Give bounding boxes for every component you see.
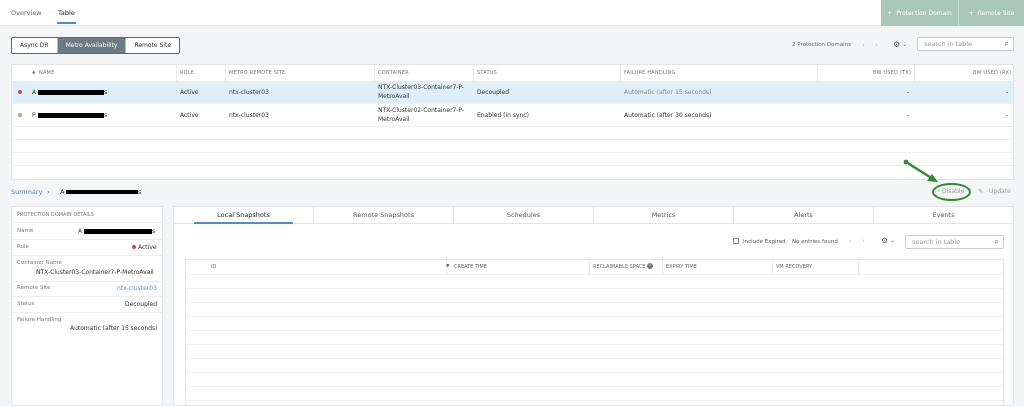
sort-desc-icon[interactable]: ▼ [446,264,449,269]
search-icon: ⌕ [1004,39,1009,48]
role-status-dot [132,245,136,249]
pencil-icon: ✎ [978,188,984,195]
col-header-expiry-time[interactable]: EXPIRY TIME [666,264,697,270]
tab-remote-snapshots[interactable]: Remote Snapshots [314,207,454,223]
dr-type-segmented-control: Async DR Metro Availability Remote Site [11,37,181,54]
add-remote-site-button[interactable]: + Remote Site [958,0,1024,26]
row-name-start[interactable]: A [32,89,36,96]
table-row[interactable] [12,81,1013,103]
row-name-end: s [104,89,108,96]
prev-page-icon[interactable]: ‹ [862,41,865,49]
search-input[interactable]: search in table ⌕ [917,37,1014,51]
col-header-failure-handling[interactable]: FAILURE HANDLING [624,70,676,76]
breadcrumb-chevron-icon: › [47,188,50,196]
col-header-id[interactable]: ID [211,264,216,270]
sort-asc-icon[interactable]: ▲ [32,70,36,75]
gear-icon[interactable]: ⚙ [881,236,888,245]
col-header-bw-rx[interactable]: BW USED (RX) [973,70,1011,76]
gear-icon[interactable]: ⚙ [893,40,900,49]
redacted-name [84,229,152,234]
no-entries-text: No entries found [792,239,838,245]
add-protection-domain-button[interactable]: + Protection Domain [881,0,958,26]
chevron-down-icon[interactable]: ⌄ [890,237,895,244]
detail-tabs: Local Snapshots Remote Snapshots Schedul… [174,207,1013,224]
col-header-bw-tx[interactable]: BW USED (TX) [873,70,911,76]
include-expired-label: Include Expired [743,239,786,245]
top-nav-bar: Overview · Table [0,0,1024,26]
include-expired-checkbox[interactable] [733,238,739,244]
col-header-container[interactable]: CONTAINER [378,70,409,76]
nav-separator: · [50,9,53,17]
col-header-reclaimable-space[interactable]: RECLAIMABLE SPACE [593,264,645,270]
redacted-name [66,190,138,194]
tab-table[interactable]: Table [58,9,75,17]
protection-domain-details-panel: PROTECTION DOMAIN DETAILS Name A s Role … [11,206,163,406]
col-header-metro-remote-site[interactable]: METRO REMOTE SITE [229,70,285,76]
tab-events[interactable]: Events [874,207,1013,223]
selected-pd-name-start: A [60,188,65,196]
selected-pd-name-end: s [138,188,142,196]
tab-local-snapshots[interactable]: Local Snapshots [174,207,314,224]
entry-count: 2 Protection Domains [792,42,852,48]
disable-button[interactable]: Disable [942,188,964,195]
tab-overview[interactable]: Overview [11,9,42,17]
local-snapshots-table: ID ▼ CREATE TIME RECLAIMABLE SPACE i EXP… [185,259,1004,406]
redacted-name [38,90,104,95]
role-value: Active [138,244,157,251]
search-icon: ⌕ [994,237,999,246]
segment-remote-site[interactable]: Remote Site [126,38,180,53]
col-header-create-time[interactable]: CREATE TIME [454,264,487,270]
plus-icon: + [968,9,974,17]
plus-icon: + [887,9,893,17]
segment-metro-availability[interactable]: Metro Availability [57,38,127,53]
next-page-icon[interactable]: › [875,41,878,49]
chevron-down-icon[interactable]: ⌄ [902,41,907,48]
row-name-start[interactable]: P [32,112,36,119]
info-icon[interactable]: i [647,263,653,269]
col-header-status[interactable]: STATUS [477,70,497,76]
tab-alerts[interactable]: Alerts [734,207,874,223]
summary-link[interactable]: Summary [11,188,42,196]
disable-check-icon: ✓ [937,188,942,194]
remote-site-link[interactable]: ntx-cluster03 [117,285,157,292]
next-page-icon[interactable]: › [862,237,865,245]
snapshot-detail-panel: Local Snapshots Remote Snapshots Schedul… [173,206,1014,406]
panel-title: PROTECTION DOMAIN DETAILS [17,212,94,218]
tab-metrics[interactable]: Metrics [594,207,734,223]
protection-domain-table: ▲ NAME ROLE METRO REMOTE SITE CONTAINER … [11,64,1014,180]
redacted-name [38,113,104,118]
snapshot-search-input[interactable]: search in table ⌕ [905,235,1004,249]
status-dot [18,90,22,94]
active-tab-indicator [57,22,76,24]
status-dot [18,113,22,117]
prev-page-icon[interactable]: ‹ [849,237,852,245]
tab-schedules[interactable]: Schedules [454,207,594,223]
col-header-role[interactable]: ROLE [180,70,194,76]
update-button[interactable]: Update [989,188,1011,195]
col-header-name[interactable]: NAME [39,70,54,76]
row-name-end: s [104,112,108,119]
col-header-vm-recovery[interactable]: VM RECOVERY [776,264,812,270]
segment-async-dr[interactable]: Async DR [12,38,58,53]
